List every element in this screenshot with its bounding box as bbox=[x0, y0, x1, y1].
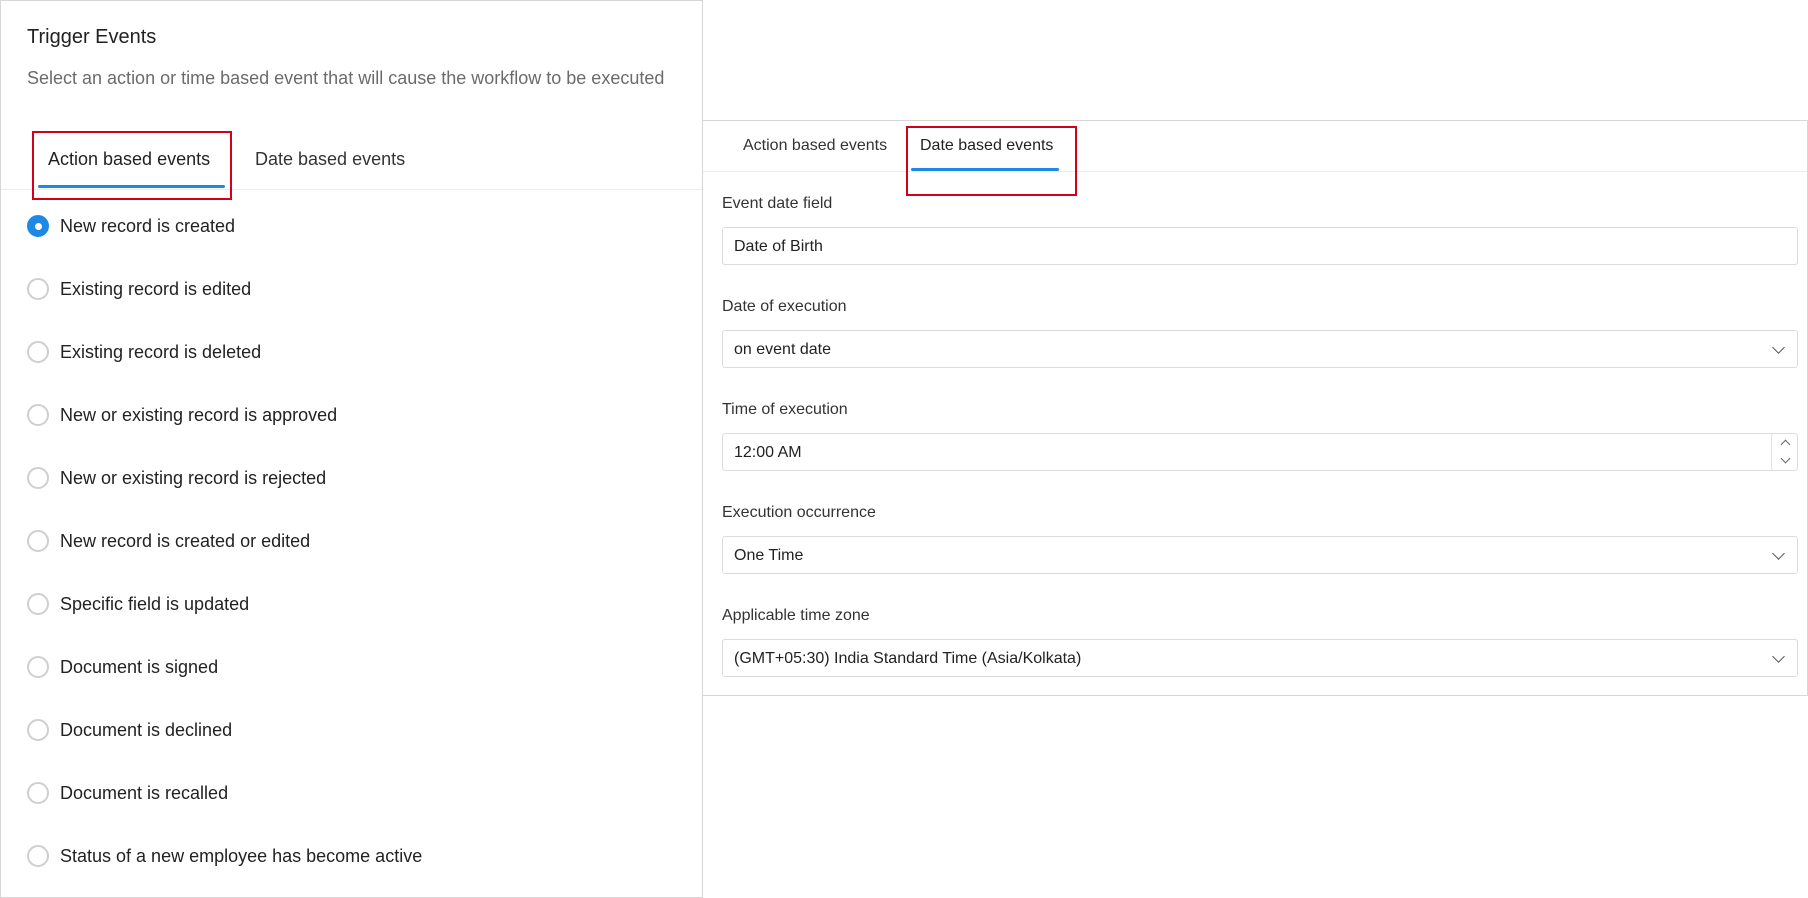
option-label: Existing record is edited bbox=[60, 278, 252, 299]
radio-button[interactable] bbox=[27, 530, 49, 552]
execution-occurrence-select[interactable]: One Time bbox=[722, 536, 1798, 574]
radio-button[interactable] bbox=[27, 782, 49, 804]
option-new-record-created[interactable]: New record is created bbox=[27, 211, 235, 241]
option-specific-field-updated[interactable]: Specific field is updated bbox=[27, 589, 249, 619]
time-of-execution-input[interactable]: 12:00 AM bbox=[722, 433, 1798, 471]
option-existing-record-edited[interactable]: Existing record is edited bbox=[27, 274, 251, 304]
field-value: on event date bbox=[734, 341, 831, 358]
event-date-field-input[interactable]: Date of Birth bbox=[722, 227, 1798, 265]
option-label: New or existing record is rejected bbox=[60, 467, 327, 488]
tab-label: Action based events bbox=[743, 137, 888, 154]
radio-button[interactable] bbox=[27, 719, 49, 741]
option-employee-status-active[interactable]: Status of a new employee has become acti… bbox=[27, 841, 422, 871]
option-record-rejected[interactable]: New or existing record is rejected bbox=[27, 463, 326, 493]
option-document-declined[interactable]: Document is declined bbox=[27, 715, 232, 745]
field-value: Date of Birth bbox=[734, 238, 823, 255]
option-label: Status of a new employee has become acti… bbox=[60, 845, 423, 866]
radio-button[interactable] bbox=[27, 341, 49, 363]
tab-date-based-events[interactable]: Date based events bbox=[911, 121, 1059, 172]
event-type-tabs: Action based events Date based events bbox=[703, 121, 1807, 172]
option-label: New or existing record is approved bbox=[60, 404, 338, 425]
date-based-events-panel: Action based events Date based events Ev… bbox=[703, 120, 1808, 696]
tab-label: Date based events bbox=[255, 149, 406, 169]
time-of-execution-label: Time of execution bbox=[722, 401, 848, 418]
event-type-tabs: Action based events Date based events bbox=[1, 131, 702, 190]
execution-occurrence-label: Execution occurrence bbox=[722, 504, 876, 521]
option-document-signed[interactable]: Document is signed bbox=[27, 652, 218, 682]
option-document-recalled[interactable]: Document is recalled bbox=[27, 778, 228, 808]
tab-action-based-events[interactable]: Action based events bbox=[38, 131, 225, 190]
radio-button[interactable] bbox=[27, 656, 49, 678]
option-label: Document is recalled bbox=[60, 782, 229, 803]
applicable-time-zone-label: Applicable time zone bbox=[722, 607, 870, 624]
option-label: New record is created bbox=[60, 215, 236, 236]
tab-action-based-events[interactable]: Action based events bbox=[729, 121, 889, 172]
chevron-down-icon bbox=[1772, 547, 1785, 560]
option-record-approved[interactable]: New or existing record is approved bbox=[27, 400, 337, 430]
option-record-created-or-edited[interactable]: New record is created or edited bbox=[27, 526, 310, 556]
trigger-events-panel: Trigger Events Select an action or time … bbox=[0, 0, 703, 898]
date-of-execution-label: Date of execution bbox=[722, 298, 847, 315]
option-label: Existing record is deleted bbox=[60, 341, 262, 362]
option-label: Document is declined bbox=[60, 719, 233, 740]
panel-title: Trigger Events bbox=[27, 26, 157, 48]
time-stepper bbox=[1771, 434, 1797, 470]
field-value: One Time bbox=[734, 547, 804, 564]
active-tab-indicator bbox=[38, 185, 225, 188]
radio-button[interactable] bbox=[27, 278, 49, 300]
radio-button[interactable] bbox=[27, 404, 49, 426]
field-value: (GMT+05:30) India Standard Time (Asia/Ko… bbox=[734, 650, 1082, 667]
tab-label: Date based events bbox=[920, 137, 1054, 154]
radio-button-selected[interactable] bbox=[27, 215, 49, 237]
radio-button[interactable] bbox=[27, 467, 49, 489]
option-existing-record-deleted[interactable]: Existing record is deleted bbox=[27, 337, 261, 367]
radio-button[interactable] bbox=[27, 593, 49, 615]
option-label: Specific field is updated bbox=[60, 593, 250, 614]
active-tab-indicator bbox=[911, 168, 1059, 171]
chevron-down-icon bbox=[1772, 341, 1785, 354]
chevron-down-icon bbox=[1772, 650, 1785, 663]
date-of-execution-select[interactable]: on event date bbox=[722, 330, 1798, 368]
tab-label: Action based events bbox=[48, 149, 211, 169]
chevron-up-icon[interactable] bbox=[1772, 434, 1798, 452]
radio-button[interactable] bbox=[27, 845, 49, 867]
option-label: New record is created or edited bbox=[60, 530, 311, 551]
applicable-time-zone-select[interactable]: (GMT+05:30) India Standard Time (Asia/Ko… bbox=[722, 639, 1798, 677]
tab-date-based-events[interactable]: Date based events bbox=[245, 131, 425, 190]
event-date-field-label: Event date field bbox=[722, 195, 833, 212]
option-label: Document is signed bbox=[60, 656, 219, 677]
panel-subtitle: Select an action or time based event tha… bbox=[27, 68, 665, 88]
chevron-down-icon[interactable] bbox=[1772, 452, 1798, 470]
field-value: 12:00 AM bbox=[734, 444, 802, 461]
